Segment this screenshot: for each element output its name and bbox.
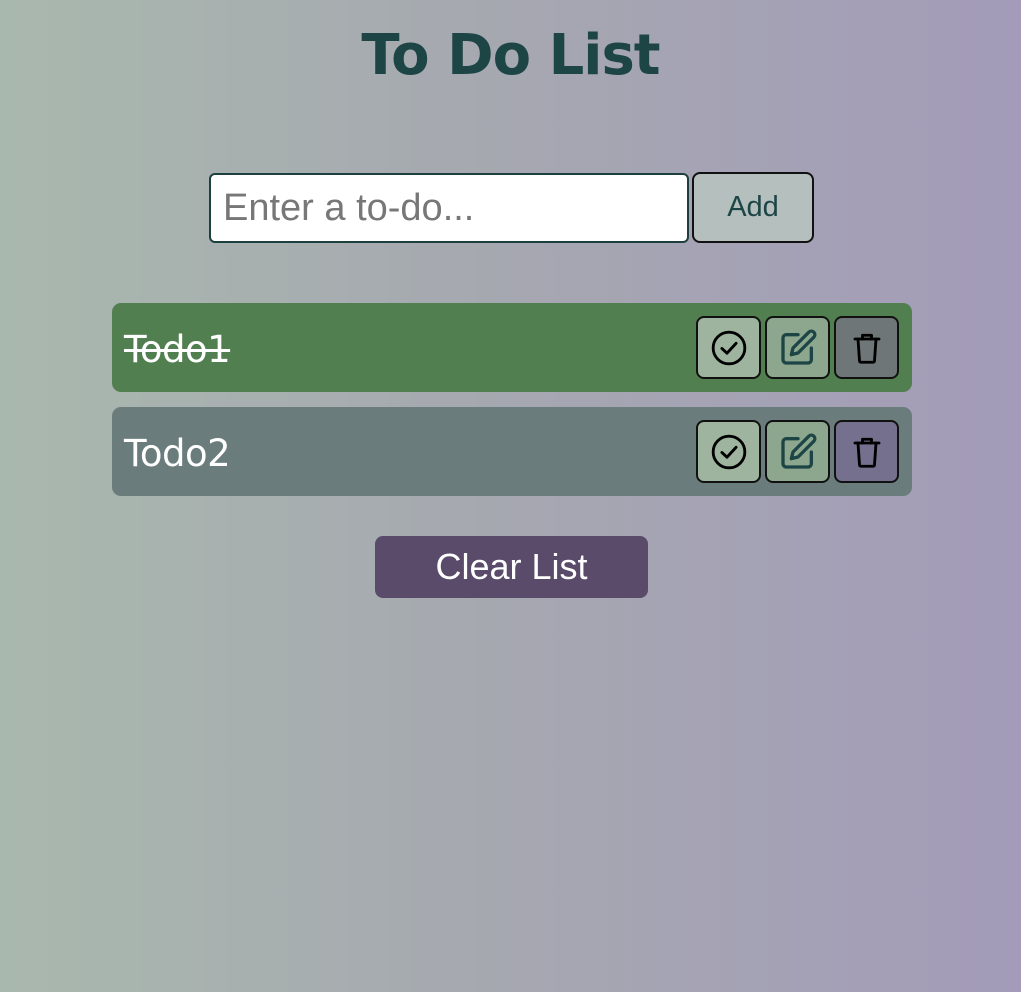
trash-icon bbox=[853, 437, 880, 468]
todo-text: Todo1 bbox=[124, 328, 231, 371]
check-circle-icon bbox=[711, 434, 746, 469]
clear-list-button[interactable]: Clear List bbox=[375, 536, 648, 598]
delete-button[interactable] bbox=[834, 420, 899, 483]
complete-button[interactable] bbox=[696, 316, 761, 379]
todo-actions bbox=[696, 420, 899, 483]
todo-text: Todo2 bbox=[124, 432, 231, 475]
todo-item: Todo2 bbox=[112, 407, 912, 496]
trash-icon bbox=[853, 333, 880, 364]
todo-actions bbox=[696, 316, 899, 379]
edit-button[interactable] bbox=[765, 316, 830, 379]
complete-button[interactable] bbox=[696, 420, 761, 483]
check-circle-icon bbox=[711, 330, 746, 365]
add-button[interactable]: Add bbox=[692, 172, 814, 243]
edit-icon bbox=[780, 328, 817, 365]
delete-button[interactable] bbox=[834, 316, 899, 379]
edit-button[interactable] bbox=[765, 420, 830, 483]
page-title: To Do List bbox=[361, 23, 660, 88]
edit-icon bbox=[780, 432, 817, 469]
todo-input[interactable] bbox=[209, 173, 689, 243]
todo-list: Todo1 Todo2 bbox=[112, 303, 912, 511]
todo-item: Todo1 bbox=[112, 303, 912, 392]
